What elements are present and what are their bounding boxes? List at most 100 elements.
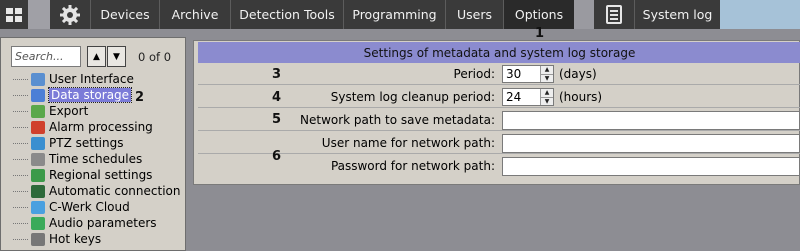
tree-item[interactable]: PTZ settings (13, 135, 180, 151)
tab-system-log[interactable]: System log (634, 0, 720, 29)
grid-layout-button[interactable] (0, 0, 28, 29)
tree-connector (13, 159, 28, 160)
tree-item[interactable]: Regional settings (13, 167, 180, 183)
password-input[interactable] (502, 157, 800, 176)
system-log-icon-button[interactable] (594, 0, 634, 29)
callout-marker-2: 2 (135, 90, 145, 105)
tree-item-label: Data storage (47, 87, 133, 103)
panel-title: Settings of metadata and system log stor… (198, 42, 800, 63)
period-value[interactable]: 30 (506, 67, 521, 81)
tree-item-label: Export (49, 104, 89, 118)
spin-down-icon[interactable]: ▼ (540, 97, 553, 105)
username-row: User name for network path: (198, 133, 800, 154)
tree-connector (13, 127, 28, 128)
tree-item-label: PTZ settings (49, 136, 124, 150)
tree-item-label: Alarm processing (49, 120, 153, 134)
tree-item[interactable]: Automatic connection (13, 183, 180, 199)
network-path-label: Network path to save metadata: (300, 113, 495, 127)
username-label: User name for network path: (321, 136, 495, 150)
metadata-settings-panel: Settings of metadata and system log stor… (193, 40, 800, 185)
search-next-button[interactable]: ▼ (107, 46, 126, 67)
settings-button[interactable] (50, 0, 90, 29)
search-result-counter: 0 of 0 (138, 50, 172, 64)
tree-item-label: Audio parameters (49, 216, 157, 230)
cleanup-value[interactable]: 24 (506, 90, 521, 104)
tree-item-label: Regional settings (49, 168, 153, 182)
tree-item[interactable]: Alarm processing (13, 119, 180, 135)
tab-devices[interactable]: Devices (90, 0, 159, 29)
tree-item[interactable]: Data storage (13, 87, 180, 103)
period-spinbox[interactable]: 30 ▲ ▼ (502, 65, 554, 83)
tree-item-label: C-Werk Cloud (49, 200, 130, 214)
tab-programming[interactable]: Programming (343, 0, 445, 29)
user-interface-icon (31, 72, 45, 86)
password-row: Password for network path: (198, 156, 800, 177)
document-icon (606, 5, 622, 24)
tree-item[interactable]: C-Werk Cloud (13, 199, 180, 215)
search-input[interactable]: Search... (11, 46, 81, 67)
tree-item[interactable]: Hot keys (13, 231, 180, 247)
callout-marker-4: 4 (272, 90, 282, 105)
tree-connector (13, 175, 28, 176)
username-input[interactable] (502, 134, 800, 153)
tree-item[interactable]: Time schedules (13, 151, 180, 167)
tree-item-label: Automatic connection (49, 184, 181, 198)
period-label: Period: (453, 67, 495, 81)
audio-icon (31, 216, 45, 230)
tree-connector (13, 207, 28, 208)
tree-item[interactable]: User Interface (13, 71, 180, 87)
callout-marker-3: 3 (272, 67, 282, 82)
tree-item-label: User Interface (49, 72, 134, 86)
network-path-input[interactable] (502, 111, 800, 130)
export-icon (31, 104, 45, 118)
spin-down-icon[interactable]: ▼ (540, 74, 553, 82)
cleanup-spinbox[interactable]: 24 ▲ ▼ (502, 88, 554, 106)
clock-icon (31, 152, 45, 166)
chevron-down-icon: ▼ (113, 51, 120, 62)
callout-marker-5: 5 (272, 112, 282, 127)
tree-connector (13, 79, 28, 80)
top-toolbar: Devices Archive Detection Tools Programm… (0, 0, 800, 29)
options-tree: User Interface Data storage Export Alarm pr… (13, 71, 180, 247)
network-path-row: Network path to save metadata: (198, 110, 800, 131)
tree-item-label: Time schedules (49, 152, 143, 166)
toolbar-spacer (28, 0, 50, 29)
tree-item[interactable]: Audio parameters (13, 215, 180, 231)
tree-connector (13, 143, 28, 144)
chevron-up-icon: ▲ (93, 51, 100, 62)
cleanup-label: System log cleanup period: (330, 90, 495, 104)
options-navigation-panel: Search... ▲ ▼ 0 of 0 User Interface Data … (0, 37, 186, 251)
toolbar-spacer (574, 0, 594, 29)
tree-item[interactable]: Export (13, 103, 180, 119)
connection-icon (31, 184, 45, 198)
toolbar-background (720, 0, 800, 29)
search-row: Search... ▲ ▼ 0 of 0 (8, 46, 182, 68)
alarm-icon (31, 120, 45, 134)
spin-up-icon[interactable]: ▲ (540, 89, 553, 97)
tree-connector (13, 223, 28, 224)
tab-options[interactable]: Options (503, 0, 574, 29)
tab-users[interactable]: Users (445, 0, 503, 29)
password-label: Password for network path: (330, 159, 495, 173)
callout-marker-6: 6 (272, 149, 282, 164)
callout-marker-1: 1 (535, 26, 545, 41)
cleanup-row: System log cleanup period: 24 ▲ ▼ (hours… (198, 87, 800, 108)
tab-archive[interactable]: Archive (159, 0, 230, 29)
gear-icon (60, 4, 80, 25)
cloud-icon (31, 200, 45, 214)
tab-detection-tools[interactable]: Detection Tools (230, 0, 343, 29)
tree-connector (13, 95, 28, 96)
tree-item-label: Hot keys (49, 232, 102, 246)
period-unit: (days) (559, 67, 597, 81)
period-row: Period: 30 ▲ ▼ (days) (198, 64, 800, 85)
globe-icon (31, 168, 45, 182)
spin-up-icon[interactable]: ▲ (540, 66, 553, 74)
grid-icon (6, 7, 22, 22)
tree-connector (13, 239, 28, 240)
keyboard-icon (31, 232, 45, 246)
cleanup-unit: (hours) (559, 90, 603, 104)
ptz-icon (31, 136, 45, 150)
tree-connector (13, 191, 28, 192)
tree-connector (13, 111, 28, 112)
search-prev-button[interactable]: ▲ (87, 46, 106, 67)
